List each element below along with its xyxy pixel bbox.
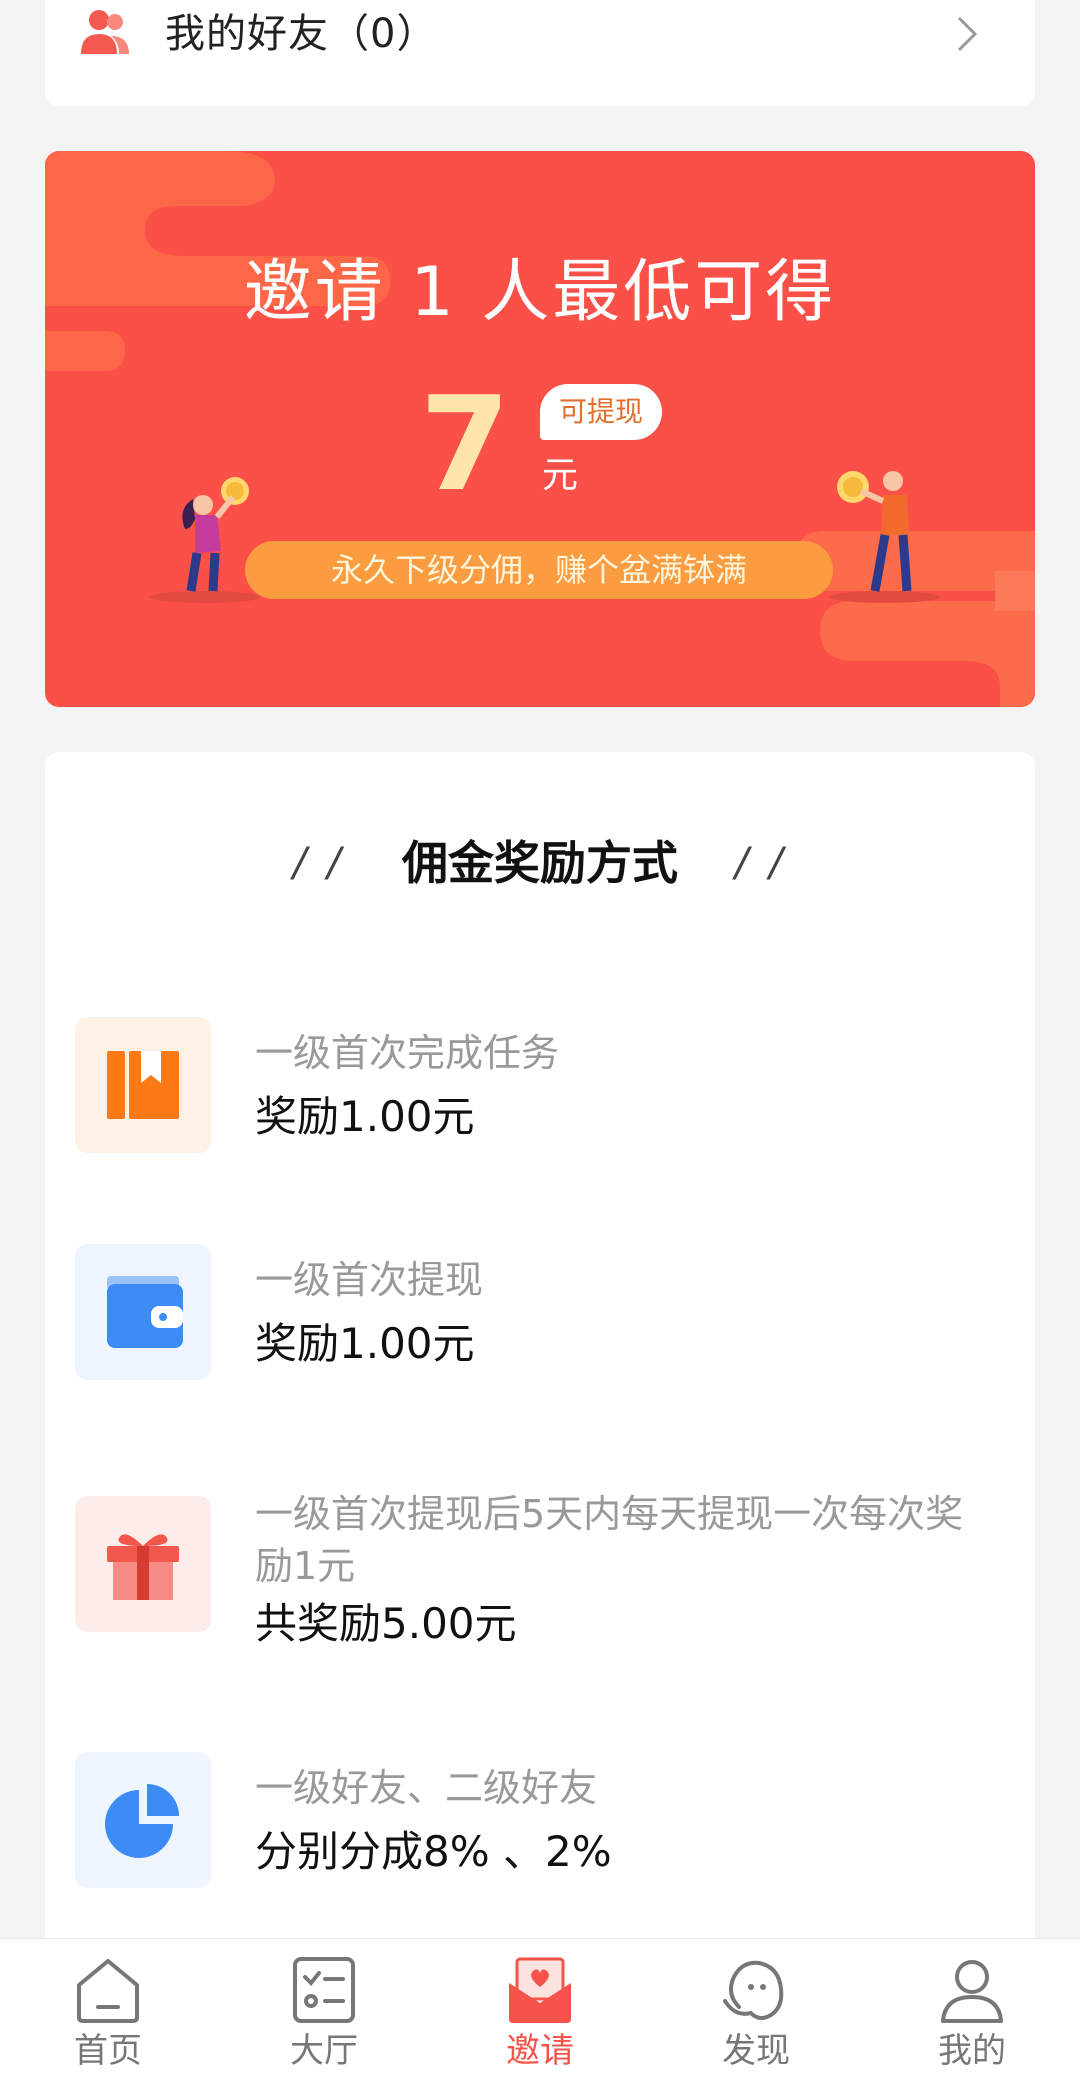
wallet-icon-box [75,1244,211,1380]
reward-amount-text: 分别分成8% 、2% [255,1827,612,1876]
person-icon [941,1960,1003,2023]
gift-icon [107,1534,179,1600]
tab-hall[interactable]: 大厅 [216,1939,432,2088]
reward-desc: 一级首次提现后5天内每天提现一次每次奖励1元 [255,1492,964,1588]
reward-amount-text: 奖励1.00元 [255,1092,475,1141]
amount-unit: 元 [542,455,579,496]
tab-label: 邀请 [506,2031,574,2071]
withdrawable-badge: 可提现 [540,384,662,440]
reward-item-first-withdraw: 一级首次提现 奖励1.00元 [75,1244,1005,1384]
chevron-right-icon [957,16,978,52]
title-quote-right: / / [735,840,787,886]
bookmark-icon [107,1051,179,1119]
bookmark-icon-box [75,1017,211,1153]
pie-chart-icon-box [75,1752,211,1888]
tab-invite[interactable]: 邀请 [432,1939,648,2088]
reward-amount: 7 [419,368,511,520]
invite-envelope-icon [509,1957,571,2023]
friends-icon [81,10,129,54]
wallet-icon [107,1276,183,1348]
reward-amount-text: 共奖励5.00元 [255,1599,517,1648]
my-friends-label: 我的好友（0） [165,11,438,57]
reward-desc: 一级首次完成任务 [255,1031,560,1075]
tab-label: 我的 [938,2031,1006,2071]
tab-label: 发现 [722,2031,790,2071]
banner-title: 邀请 1 人最低可得 [243,253,837,332]
pie-chart-icon [105,1784,179,1858]
task-list-icon [293,1957,355,2023]
my-friends-row[interactable]: 我的好友（0） [45,0,1035,106]
home-icon [77,1959,139,2023]
invite-banner[interactable]: 邀请 1 人最低可得 7 可提现 元 永久下级分佣，赚个盆满钵满 [45,151,1035,707]
reward-item-first-task: 一级首次完成任务 奖励1.00元 [75,1017,1005,1157]
reward-item-daily-withdraw: 一级首次提现后5天内每天提现一次每次奖励1元 共奖励5.00元 [75,1492,1005,1696]
left-person-illustration [150,477,260,603]
reward-desc: 一级好友、二级好友 [255,1766,598,1810]
tab-discover[interactable]: 发现 [648,1939,864,2088]
bottom-tab-bar: 首页 大厅 邀请 发现 我的 [0,1938,1080,2088]
reward-item-revenue-share: 一级好友、二级好友 分别分成8% 、2% [75,1752,1005,1892]
ghost-icon [723,1960,784,2020]
tab-mine[interactable]: 我的 [864,1939,1080,2088]
banner-slogan: 永久下级分佣，赚个盆满钵满 [245,541,833,599]
gift-icon-box [75,1496,211,1632]
commission-title: 佣金奖励方式 [402,836,678,890]
tab-home[interactable]: 首页 [0,1939,216,2088]
tab-label: 首页 [74,2031,142,2071]
commission-card: / / 佣金奖励方式 / / 一级首次完成任务 奖励1.00元 一级首次提现 奖… [45,752,1035,2042]
tab-label: 大厅 [290,2031,358,2071]
reward-desc: 一级首次提现 [255,1258,484,1302]
reward-amount-text: 奖励1.00元 [255,1319,475,1368]
